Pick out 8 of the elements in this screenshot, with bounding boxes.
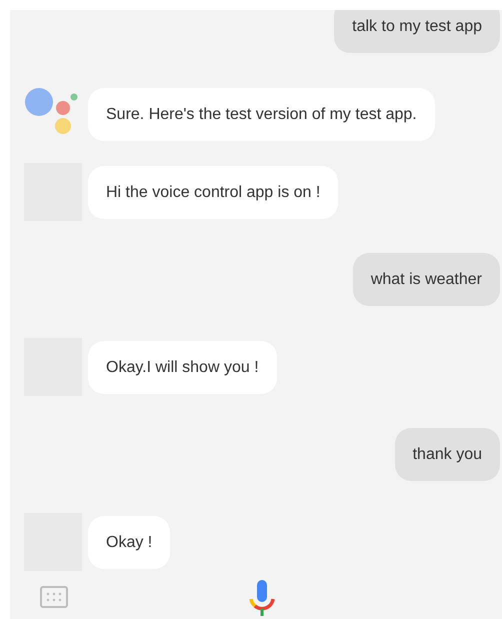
assistant-message: Okay.I will show you ! [88, 340, 277, 394]
microphone-icon[interactable] [249, 580, 275, 616]
assistant-message: Hi the voice control app is on ! [88, 166, 338, 218]
user-message: talk to my test app [334, 10, 500, 53]
assistant-message: Sure. Here's the test version of my test app. [88, 88, 435, 140]
user-message: what is weather [352, 253, 500, 306]
user-message: thank you [394, 428, 500, 481]
assistant-message: Okay ! [88, 516, 170, 568]
